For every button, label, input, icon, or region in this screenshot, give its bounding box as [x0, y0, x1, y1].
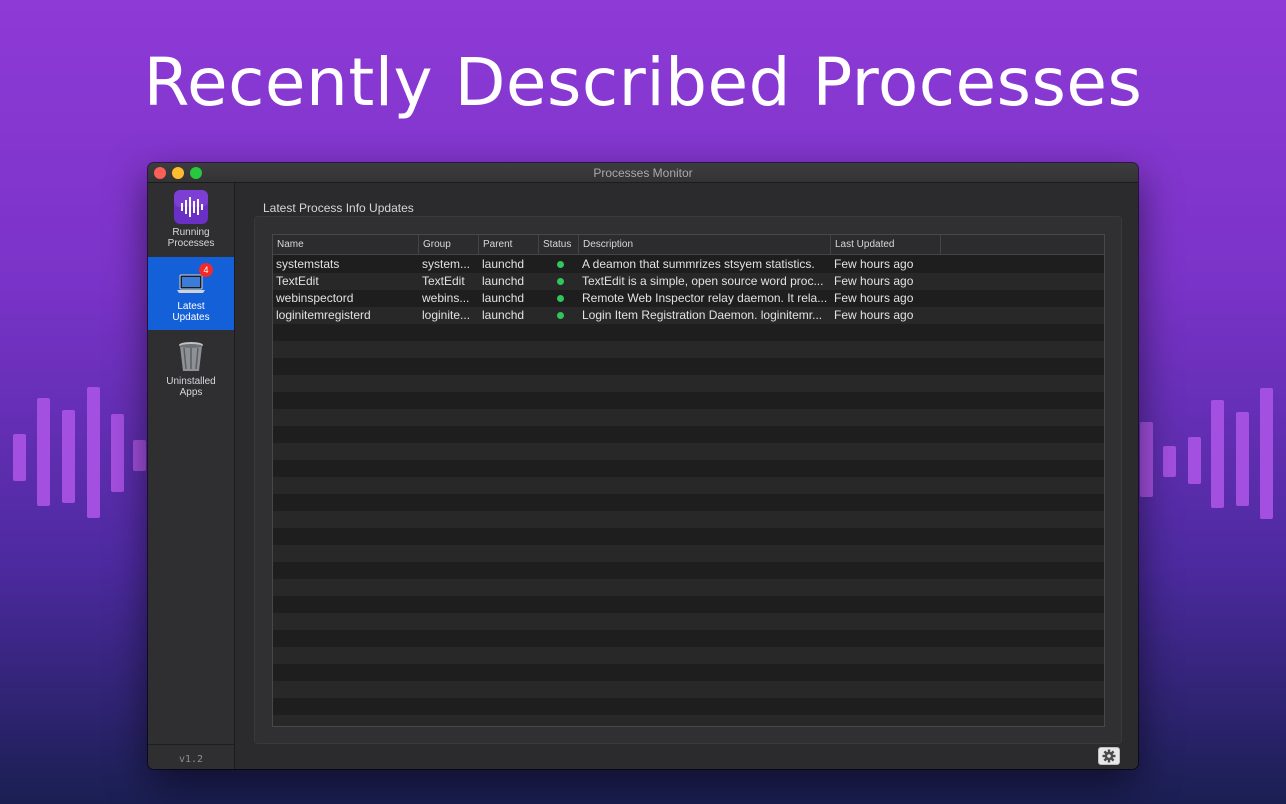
- column-header-last-updated[interactable]: Last Updated: [831, 235, 941, 255]
- table-row-empty: [273, 494, 1104, 511]
- cell-parent: launchd: [482, 257, 525, 271]
- laptop-icon: 4: [173, 263, 213, 299]
- cell-group: system...: [422, 257, 471, 271]
- cell-last-updated: Few hours ago: [834, 308, 914, 322]
- table-body: systemstats system... launchd A deamon that…: [273, 256, 1104, 726]
- sidebar-item-uninstalled-apps[interactable]: Uninstalled Apps: [148, 332, 234, 405]
- table-row-empty: [273, 443, 1104, 460]
- sidebar-item-latest-updates[interactable]: 4 Latest Updates: [148, 257, 234, 330]
- cell-status: [539, 307, 579, 324]
- table-row[interactable]: loginitemregisterd loginite... launchd Logi…: [273, 307, 1104, 324]
- sidebar-item-label: Latest: [177, 301, 205, 312]
- table-row-empty: [273, 477, 1104, 494]
- column-header-parent[interactable]: Parent: [479, 235, 539, 255]
- table-row-empty: [273, 545, 1104, 562]
- waveform-icon: [173, 189, 209, 225]
- page-headline: Recently Described Processes: [143, 44, 1143, 121]
- sidebar: Running Processes 4 Latest Updates Unins…: [148, 183, 235, 769]
- sidebar-item-label: Processes: [167, 238, 215, 249]
- table-row-empty: [273, 715, 1104, 726]
- table-row-empty: [273, 409, 1104, 426]
- cell-group: TextEdit: [422, 274, 465, 288]
- table-row-empty: [273, 528, 1104, 545]
- table-row-empty: [273, 630, 1104, 647]
- cell-name: loginitemregisterd: [276, 308, 371, 322]
- status-running-icon: [557, 295, 564, 302]
- cell-status: [539, 273, 579, 290]
- status-running-icon: [557, 261, 564, 268]
- table-header: Name Group Parent Status Description Las…: [273, 235, 1104, 255]
- cell-description: Login Item Registration Daemon. loginite…: [582, 308, 823, 322]
- updates-group-box: Name Group Parent Status Description Las…: [254, 216, 1122, 744]
- settings-button[interactable]: [1098, 747, 1120, 765]
- table-row-empty: [273, 647, 1104, 664]
- cell-parent: launchd: [482, 308, 525, 322]
- table-row-empty: [273, 596, 1104, 613]
- table-row-empty: [273, 426, 1104, 443]
- cell-description: TextEdit is a simple, open source word p…: [582, 274, 824, 288]
- trash-icon: [173, 338, 209, 374]
- cell-parent: launchd: [482, 291, 525, 305]
- cell-last-updated: Few hours ago: [834, 257, 914, 271]
- column-header-group[interactable]: Group: [419, 235, 479, 255]
- column-header-description[interactable]: Description: [579, 235, 831, 255]
- process-updates-table[interactable]: Name Group Parent Status Description Las…: [272, 234, 1105, 727]
- cell-last-updated: Few hours ago: [834, 291, 914, 305]
- sidebar-item-label: Running: [172, 227, 210, 238]
- cell-group: webins...: [422, 291, 470, 305]
- table-row-empty: [273, 511, 1104, 528]
- title-bar[interactable]: Processes Monitor: [148, 163, 1138, 183]
- column-header-name[interactable]: Name: [273, 235, 419, 255]
- cell-last-updated: Few hours ago: [834, 274, 914, 288]
- updates-count-badge: 4: [199, 263, 213, 277]
- gear-icon: [1102, 749, 1116, 763]
- table-row-empty: [273, 579, 1104, 596]
- table-row-empty: [273, 460, 1104, 477]
- sidebar-item-running-processes[interactable]: Running Processes: [148, 183, 234, 256]
- cell-status: [539, 256, 579, 273]
- app-version: v1.2: [178, 754, 204, 765]
- table-row[interactable]: systemstats system... launchd A deamon that…: [273, 256, 1104, 273]
- main-content: Latest Process Info Updates Name Group P…: [236, 183, 1138, 769]
- cell-name: TextEdit: [276, 274, 319, 288]
- app-window: Processes Monitor Running Processes 4 La…: [148, 163, 1138, 769]
- table-row-empty: [273, 324, 1104, 341]
- table-row-empty: [273, 375, 1104, 392]
- table-row-empty: [273, 341, 1104, 358]
- status-running-icon: [557, 312, 564, 319]
- window-title: Processes Monitor: [593, 166, 693, 180]
- sidebar-divider: [148, 744, 234, 745]
- sidebar-item-label: Apps: [179, 387, 203, 398]
- sidebar-item-label: Uninstalled: [166, 376, 216, 387]
- cell-parent: launchd: [482, 274, 525, 288]
- table-row-empty: [273, 613, 1104, 630]
- cell-description: A deamon that summrizes stsyem statistic…: [582, 257, 815, 271]
- sidebar-item-label: Updates: [172, 312, 210, 323]
- table-row-empty: [273, 562, 1104, 579]
- table-row-empty: [273, 664, 1104, 681]
- table-row[interactable]: webinspectord webins... launchd Remote Web …: [273, 290, 1104, 307]
- status-running-icon: [557, 278, 564, 285]
- column-header-status[interactable]: Status: [539, 235, 579, 255]
- cell-description: Remote Web Inspector relay daemon. It re…: [582, 291, 828, 305]
- cell-name: webinspectord: [276, 291, 354, 305]
- table-row-empty: [273, 392, 1104, 409]
- cell-name: systemstats: [276, 257, 340, 271]
- table-row-empty: [273, 681, 1104, 698]
- table-row-empty: [273, 358, 1104, 375]
- cell-status: [539, 290, 579, 307]
- cell-group: loginite...: [422, 308, 471, 322]
- table-row[interactable]: TextEdit TextEdit launchd TextEdit is a sim…: [273, 273, 1104, 290]
- section-title: Latest Process Info Updates: [263, 201, 414, 215]
- table-row-empty: [273, 698, 1104, 715]
